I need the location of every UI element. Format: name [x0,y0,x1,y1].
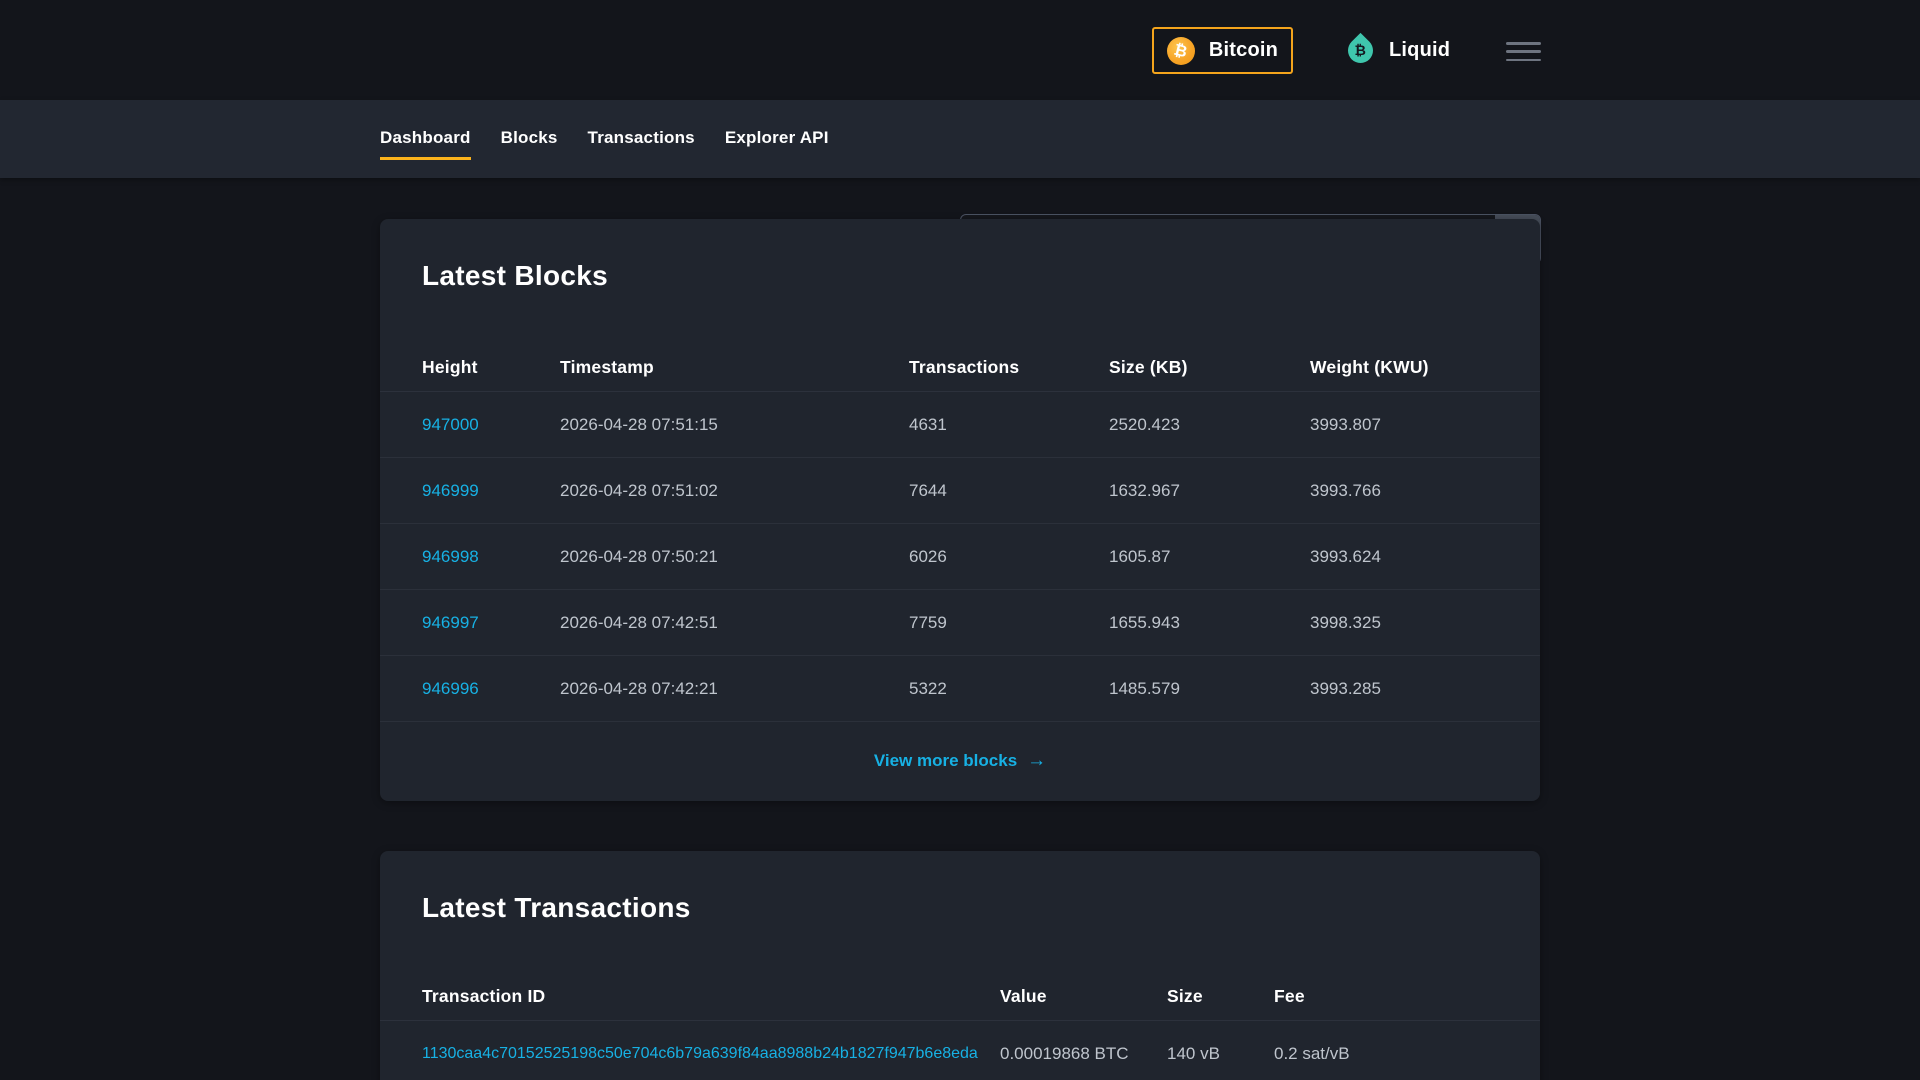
latest-blocks-title: Latest Blocks [422,260,608,291]
block-tx-count: 7759 [909,612,947,632]
block-timestamp: 2026-04-28 07:51:15 [560,414,718,434]
col-txid: Transaction ID [422,986,546,1006]
view-more-blocks-link[interactable]: View more blocks [874,751,1017,771]
nav-item-explorer-api[interactable]: Explorer API [725,118,829,160]
col-timestamp: Timestamp [560,357,654,377]
block-size: 1655.943 [1109,612,1180,632]
view-more-blocks: View more blocks → [380,722,1540,800]
block-tx-count: 7644 [909,480,947,500]
block-row: 946997 2026-04-28 07:42:51 7759 1655.943… [380,590,1540,656]
liquid-network-button[interactable]: ₿ Liquid [1326,27,1472,74]
block-tx-count: 4631 [909,414,947,434]
nav-item-transactions[interactable]: Transactions [588,118,695,160]
col-value: Value [1000,986,1047,1006]
block-height-link[interactable]: 947000 [422,415,560,435]
transaction-row: 1130caa4c70152525198c50e704c6b79a639f84a… [380,1021,1540,1080]
block-tx-count: 5322 [909,678,947,698]
block-row: 946996 2026-04-28 07:42:21 5322 1485.579… [380,656,1540,722]
block-weight: 3993.285 [1310,678,1381,698]
block-timestamp: 2026-04-28 07:42:51 [560,612,718,632]
nav-item-dashboard[interactable]: Dashboard [380,118,471,160]
block-timestamp: 2026-04-28 07:42:21 [560,678,718,698]
block-size: 1632.967 [1109,480,1180,500]
block-height-link[interactable]: 946996 [422,679,560,699]
latest-blocks-card: Latest Blocks Height Timestamp Transacti… [380,219,1540,801]
block-row: 946999 2026-04-28 07:51:02 7644 1632.967… [380,458,1540,524]
txs-table-header: Transaction ID Value Size Fee [380,973,1540,1021]
col-size: Size (KB) [1109,357,1188,377]
block-weight: 3993.624 [1310,546,1381,566]
liquid-drop-icon: ₿ [1342,32,1379,69]
block-size: 1485.579 [1109,678,1180,698]
navbar: Dashboard Blocks Transactions Explorer A… [0,100,1920,264]
liquid-network-label: Liquid [1389,39,1451,61]
nav-items: Dashboard Blocks Transactions Explorer A… [380,100,829,178]
arrow-right-icon: → [1027,750,1047,771]
menu-icon[interactable] [1506,42,1541,61]
transaction-size: 140 vB [1167,1043,1220,1063]
bitcoin-network-label: Bitcoin [1208,39,1279,61]
block-timestamp: 2026-04-28 07:51:02 [560,480,718,500]
col-height: Height [422,357,478,377]
bitcoin-network-button[interactable]: ₿ Bitcoin [1152,27,1293,74]
col-tx-size: Size [1167,986,1203,1006]
block-size: 1605.87 [1109,546,1171,566]
col-transactions: Transactions [909,357,1020,377]
latest-transactions-title: Latest Transactions [422,892,691,923]
transaction-id-link[interactable]: 1130caa4c70152525198c50e704c6b79a639f84a… [422,1045,1000,1063]
nav-item-blocks[interactable]: Blocks [501,118,558,160]
block-height-link[interactable]: 946999 [422,481,560,501]
block-timestamp: 2026-04-28 07:50:21 [560,546,718,566]
latest-transactions-card: Latest Transactions Transaction ID Value… [380,851,1540,1080]
col-weight: Weight (KWU) [1310,357,1429,377]
topbar: ₿ Bitcoin ₿ Liquid [0,0,1920,100]
block-row: 946998 2026-04-28 07:50:21 6026 1605.87 … [380,524,1540,590]
col-fee: Fee [1274,986,1305,1006]
transaction-value: 0.00019868 BTC [1000,1043,1129,1063]
block-weight: 3998.325 [1310,612,1381,632]
block-row: 947000 2026-04-28 07:51:15 4631 2520.423… [380,392,1540,458]
blocks-table-header: Height Timestamp Transactions Size (KB) … [380,344,1540,392]
bitcoin-coin-icon: ₿ [1166,36,1195,65]
transaction-fee: 0.2 sat/vB [1274,1043,1350,1063]
block-height-link[interactable]: 946997 [422,613,560,633]
block-height-link[interactable]: 946998 [422,547,560,567]
block-size: 2520.423 [1109,414,1180,434]
block-weight: 3993.807 [1310,414,1381,434]
block-tx-count: 6026 [909,546,947,566]
block-weight: 3993.766 [1310,480,1381,500]
